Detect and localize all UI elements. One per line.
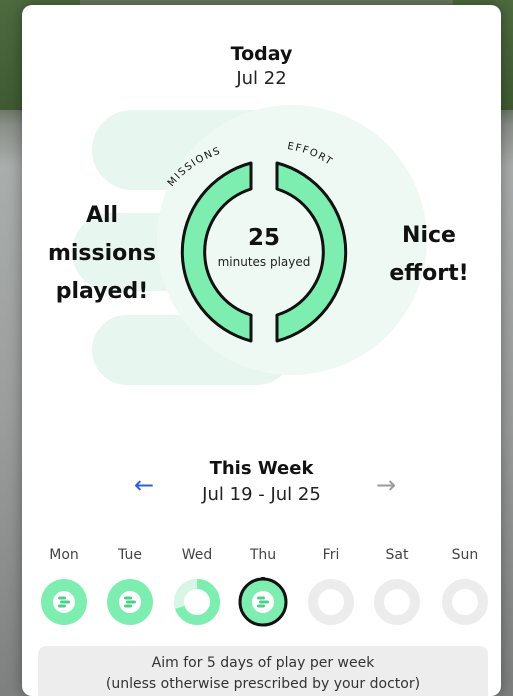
week-days: Mon Tue Wed Thu Fri Sat Sun <box>22 545 501 635</box>
game-icon <box>53 591 75 613</box>
missions-message: All missions played! <box>47 203 157 304</box>
minutes-played-label: minutes played <box>218 255 311 269</box>
day-sun[interactable]: Sun <box>435 545 495 625</box>
day-label: Tue <box>118 547 142 563</box>
today-date: Jul 22 <box>236 68 287 89</box>
minutes-played-value: 25 <box>248 225 280 251</box>
day-progress-ring <box>442 579 488 625</box>
day-fri[interactable]: Fri <box>301 545 361 625</box>
day-label: Sun <box>451 547 479 563</box>
day-mon[interactable]: Mon <box>34 545 94 625</box>
day-progress-ring <box>238 577 288 627</box>
day-progress-ring <box>174 579 220 625</box>
tip-line-1: Aim for 5 days of play per week <box>151 655 375 671</box>
game-icon <box>252 591 274 613</box>
day-progress-ring <box>374 579 420 625</box>
day-sat[interactable]: Sat <box>367 545 427 625</box>
day-label: Sat <box>385 547 409 563</box>
day-thu[interactable]: Thu <box>233 545 293 627</box>
day-label: Fri <box>322 547 340 563</box>
day-progress-ring <box>41 579 87 625</box>
progress-card: Today Jul 22 MISSIONS EFFORT 25 minutes … <box>22 5 501 696</box>
week-range: Jul 19 - Jul 25 <box>202 484 321 505</box>
day-label: Wed <box>181 547 213 563</box>
tip-line-2: (unless otherwise prescribed by your doc… <box>105 676 421 692</box>
day-progress-ring <box>107 579 153 625</box>
week-title: This Week <box>209 458 314 479</box>
game-icon <box>119 591 141 613</box>
play-goal-tip: Aim for 5 days of play per week (unless … <box>38 646 488 696</box>
daily-summary: MISSIONS EFFORT 25 minutes played All mi… <box>22 105 501 395</box>
next-week-arrow-icon[interactable]: → <box>372 471 400 499</box>
day-wed[interactable]: Wed <box>167 545 227 625</box>
day-tue[interactable]: Tue <box>100 545 160 625</box>
day-progress-ring <box>308 579 354 625</box>
today-title: Today <box>230 43 293 65</box>
effort-message: Nice effort! <box>389 223 469 286</box>
day-label: Mon <box>49 547 79 563</box>
day-label: Thu <box>249 547 277 563</box>
